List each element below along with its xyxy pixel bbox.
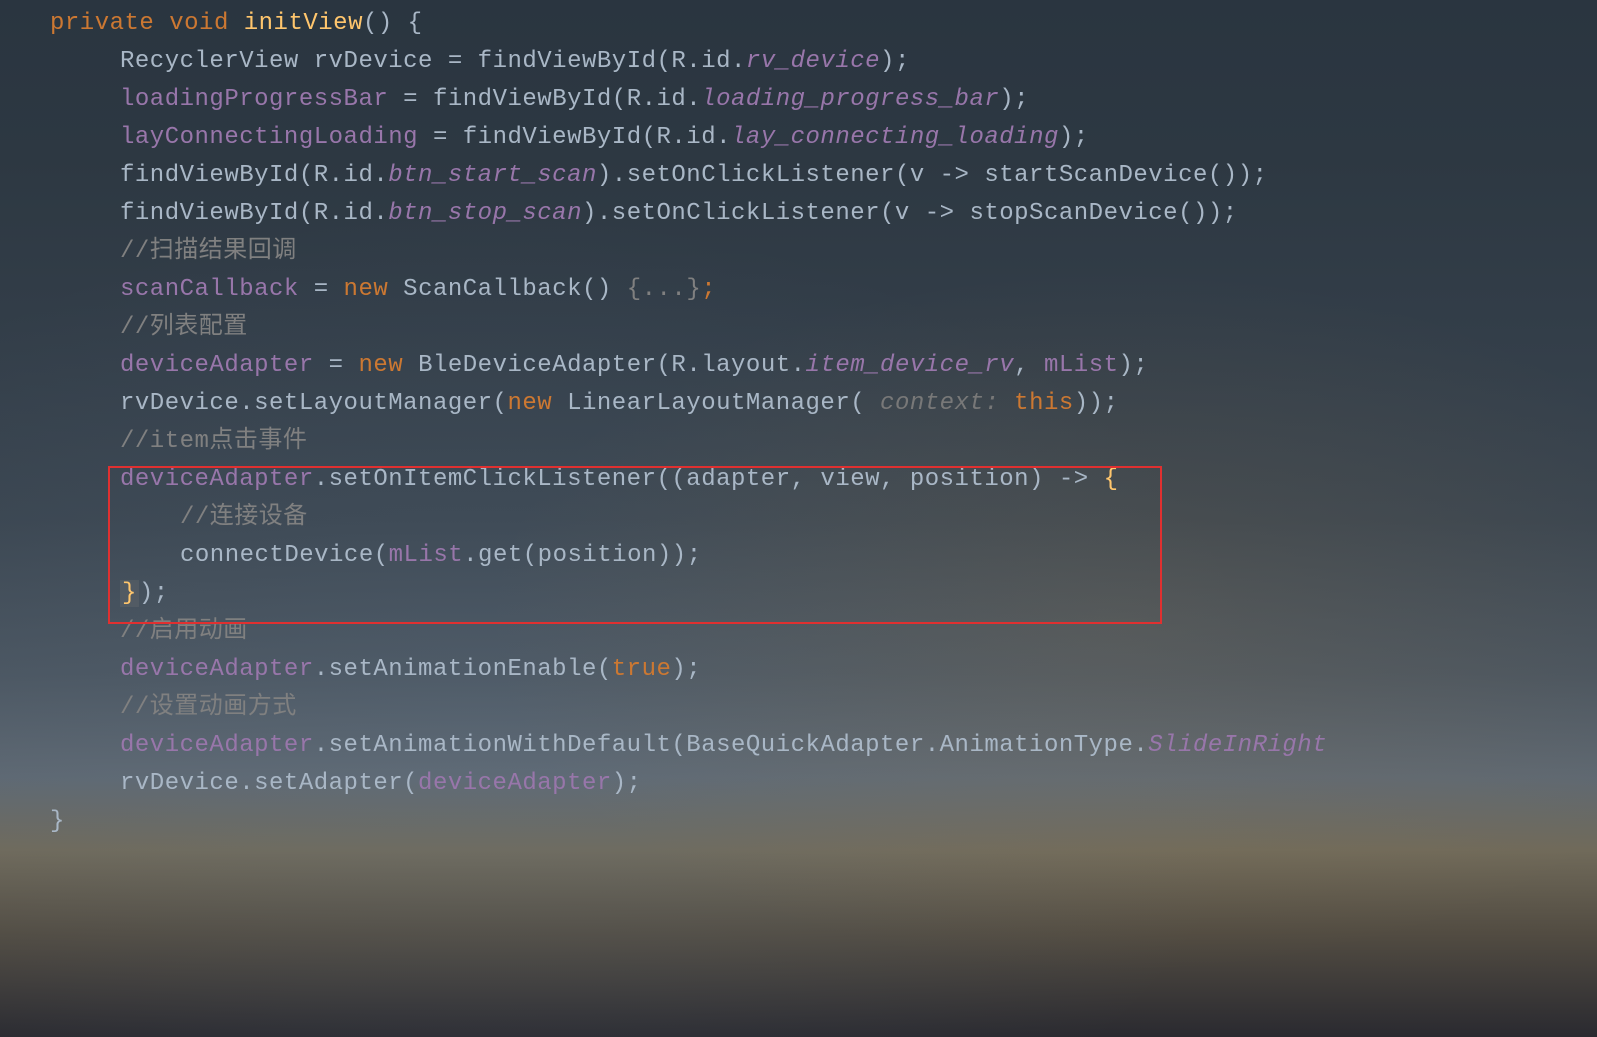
code-line: } (0, 803, 1597, 841)
code-line: //启用动画 (0, 613, 1597, 651)
code-line: layConnectingLoading = findViewById(R.id… (0, 119, 1597, 157)
code-line: rvDevice.setLayoutManager(new LinearLayo… (0, 385, 1597, 423)
code-line: findViewById(R.id.btn_stop_scan).setOnCl… (0, 195, 1597, 233)
code-line: scanCallback = new ScanCallback() {...}; (0, 271, 1597, 309)
code-line: deviceAdapter.setOnItemClickListener((ad… (0, 461, 1597, 499)
code-line: loadingProgressBar = findViewById(R.id.l… (0, 81, 1597, 119)
code-line: //item点击事件 (0, 423, 1597, 461)
code-line: //列表配置 (0, 309, 1597, 347)
code-line: connectDevice(mList.get(position)); (0, 537, 1597, 575)
fold-region[interactable]: {...} (627, 276, 702, 303)
code-line: //连接设备 (0, 499, 1597, 537)
code-line: deviceAdapter.setAnimationWithDefault(Ba… (0, 727, 1597, 765)
code-line: RecyclerView rvDevice = findViewById(R.i… (0, 43, 1597, 81)
code-line: findViewById(R.id.btn_start_scan).setOnC… (0, 157, 1597, 195)
code-line: deviceAdapter.setAnimationEnable(true); (0, 651, 1597, 689)
code-line: //扫描结果回调 (0, 233, 1597, 271)
code-line: //设置动画方式 (0, 689, 1597, 727)
code-line: deviceAdapter = new BleDeviceAdapter(R.l… (0, 347, 1597, 385)
code-editor[interactable]: private void initView() { RecyclerView r… (0, 0, 1597, 846)
code-line: rvDevice.setAdapter(deviceAdapter); (0, 765, 1597, 803)
code-line: }); (0, 575, 1597, 613)
code-line: private void initView() { (0, 5, 1597, 43)
